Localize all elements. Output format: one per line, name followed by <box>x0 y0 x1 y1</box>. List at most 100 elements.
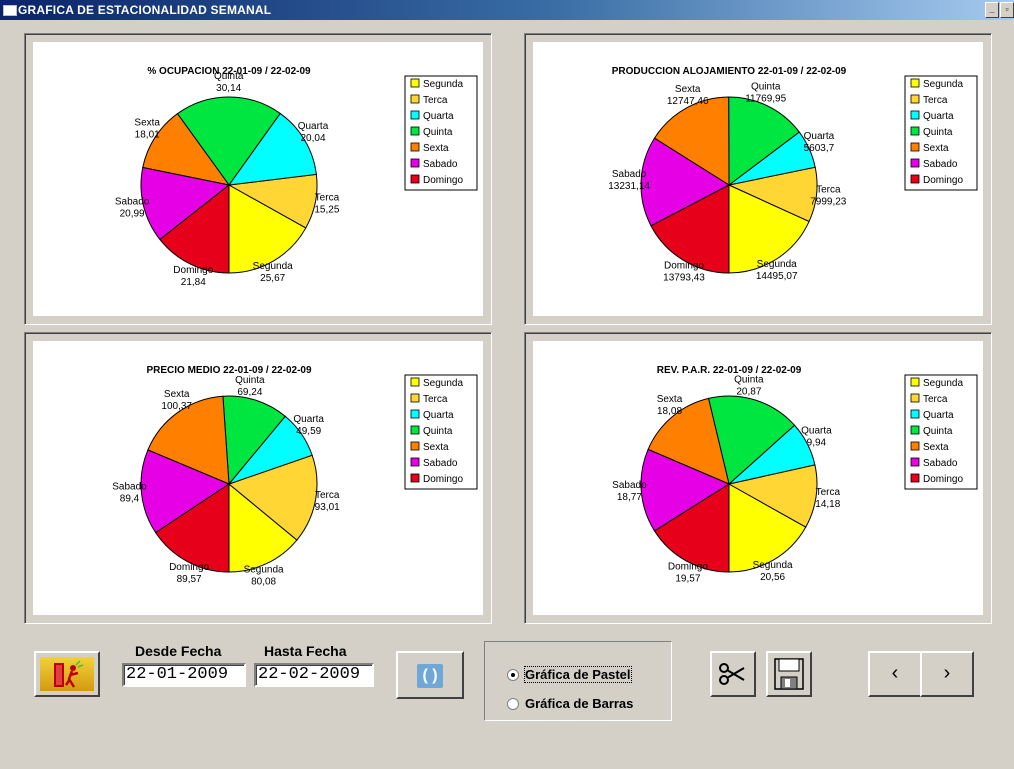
legend-swatch <box>910 441 920 451</box>
legend-label: Terca <box>923 95 948 106</box>
legend-swatch <box>410 174 420 184</box>
cut-button[interactable] <box>710 651 756 697</box>
legend-swatch <box>410 377 420 387</box>
legend-label: Quarta <box>423 111 454 122</box>
next-button[interactable]: › <box>920 651 974 697</box>
pie-chart-revpar: REV. P.A.R. 22-01-09 / 22-02-09 Segunda 20… <box>533 341 983 615</box>
data-label-segunda: Segunda 14495,07 <box>756 259 798 282</box>
chart-panel-produccion: PRODUCCION ALOJAMIENTO 22-01-09 / 22-02-… <box>524 33 992 325</box>
chart-legend: Segunda Terca Quarta Quinta Sexta Sabado Domin… <box>904 374 978 490</box>
legend-label: Domingo <box>923 474 963 485</box>
legend-label: Domingo <box>923 175 963 186</box>
data-label-quinta: Quinta 69,24 <box>235 375 265 398</box>
legend-label: Sexta <box>423 143 449 154</box>
radio-grafica-pastel[interactable]: Gráfica de Pastel <box>507 666 632 683</box>
chart-title: PRECIO MEDIO 22-01-09 / 22-02-09 <box>146 365 312 376</box>
window-icon <box>3 5 17 16</box>
legend-swatch <box>910 126 920 136</box>
legend-swatch <box>410 94 420 104</box>
legend-swatch <box>910 110 920 120</box>
data-label-sexta: Sexta 18,01 <box>134 118 160 141</box>
hasta-fecha-input[interactable]: 22-02-2009 <box>254 663 374 687</box>
data-label-quarta: Quarta 20,04 <box>298 121 329 144</box>
data-label-domingo: Domingo 19,57 <box>668 561 708 584</box>
data-label-terca: Terca 93,01 <box>315 490 340 513</box>
data-label-segunda: Segunda 25,67 <box>253 261 293 284</box>
legend-swatch <box>910 94 920 104</box>
chart-title: PRODUCCION ALOJAMIENTO 22-01-09 / 22-02-… <box>612 66 847 77</box>
legend-swatch <box>910 78 920 88</box>
chart-panel-ocupacion: % OCUPACION 22-01-09 / 22-02-09 Segunda 25… <box>24 33 492 325</box>
chart-type-group: Gráfica de Pastel Gráfica de Barras <box>484 641 672 721</box>
data-label-domingo: Domingo 13793,43 <box>663 260 705 283</box>
desde-fecha-input[interactable]: 22-01-2009 <box>122 663 246 687</box>
data-label-sexta: Sexta 100,37 <box>161 389 192 412</box>
legend-label: Sabado <box>923 159 958 170</box>
legend-label: Quinta <box>423 127 453 138</box>
data-label-sexta: Sexta 18,08 <box>657 394 683 417</box>
chart-panel-precio-medio: PRECIO MEDIO 22-01-09 / 22-02-09 Segunda 8… <box>24 332 492 624</box>
legend-swatch <box>410 158 420 168</box>
radio-unselected-icon <box>507 697 519 710</box>
title-bar: GRAFICA DE ESTACIONALIDAD SEMANAL _ ▫ <box>0 0 1014 20</box>
radio-grafica-barras[interactable]: Gráfica de Barras <box>507 696 633 711</box>
legend-label: Terca <box>423 95 448 106</box>
legend-label: Domingo <box>423 175 463 186</box>
exit-door-icon <box>54 660 84 688</box>
legend-swatch <box>910 409 920 419</box>
exit-button[interactable] <box>34 651 100 697</box>
data-label-quinta: Quinta 20,87 <box>734 375 764 398</box>
legend-swatch <box>910 142 920 152</box>
hasta-fecha-label: Hasta Fecha <box>264 643 347 659</box>
chart-legend: Segunda Terca Quarta Quinta Sexta Sabado Domin… <box>404 374 478 490</box>
previous-button[interactable]: ‹ <box>868 651 922 697</box>
minimize-button[interactable]: _ <box>985 2 999 18</box>
legend-label: Quinta <box>423 426 453 437</box>
desde-fecha-label: Desde Fecha <box>135 643 222 659</box>
legend-label: Segunda <box>423 378 463 389</box>
data-label-terca: Terca 15,25 <box>314 193 339 216</box>
data-label-quarta: Quarta 49,59 <box>293 414 324 437</box>
chart-panel-revpar: REV. P.A.R. 22-01-09 / 22-02-09 Segunda 20… <box>524 332 992 624</box>
legend-label: Sexta <box>423 442 449 453</box>
data-label-quinta: Quinta 30,14 <box>214 71 244 94</box>
legend-swatch <box>910 425 920 435</box>
legend-swatch <box>910 174 920 184</box>
legend-swatch <box>410 425 420 435</box>
legend-label: Sabado <box>423 159 458 170</box>
data-label-segunda: Segunda 80,08 <box>244 564 284 587</box>
pie-chart-produccion: PRODUCCION ALOJAMIENTO 22-01-09 / 22-02-… <box>533 42 983 316</box>
legend-swatch <box>410 110 420 120</box>
chart-legend: Segunda Terca Quarta Quinta Sexta Sabado Domin… <box>904 75 978 191</box>
legend-swatch <box>410 473 420 483</box>
data-label-quarta: Quarta 5603,7 <box>804 131 835 154</box>
data-label-terca: Terca 7999,23 <box>810 184 847 207</box>
legend-label: Sexta <box>923 143 949 154</box>
radio-barras-label: Gráfica de Barras <box>525 696 634 711</box>
legend-label: Terca <box>923 394 948 405</box>
legend-label: Quinta <box>923 127 953 138</box>
window-title: GRAFICA DE ESTACIONALIDAD SEMANAL <box>18 3 272 17</box>
legend-swatch <box>410 393 420 403</box>
legend-swatch <box>910 457 920 467</box>
legend-label: Quarta <box>423 410 454 421</box>
legend-label: Segunda <box>923 79 963 90</box>
legend-label: Domingo <box>423 474 463 485</box>
legend-swatch <box>910 158 920 168</box>
legend-swatch <box>410 441 420 451</box>
data-label-quinta: Quinta 11769,95 <box>745 82 786 105</box>
legend-swatch <box>410 126 420 136</box>
legend-swatch <box>410 409 420 419</box>
refresh-button[interactable]: ( ) <box>396 651 464 699</box>
legend-swatch <box>910 377 920 387</box>
data-label-sabado: Sabado 20,99 <box>115 197 150 220</box>
legend-swatch <box>410 142 420 152</box>
legend-label: Quinta <box>923 426 953 437</box>
pie-chart-precio-medio: PRECIO MEDIO 22-01-09 / 22-02-09 Segunda 8… <box>33 341 483 615</box>
restore-button[interactable]: ▫ <box>1000 2 1014 18</box>
legend-label: Quarta <box>923 410 954 421</box>
data-label-quarta: Quarta 9,94 <box>801 425 832 448</box>
radio-pastel-label: Gráfica de Pastel <box>524 666 632 683</box>
save-button[interactable] <box>766 651 812 697</box>
data-label-sabado: Sabado 18,77 <box>612 480 647 503</box>
